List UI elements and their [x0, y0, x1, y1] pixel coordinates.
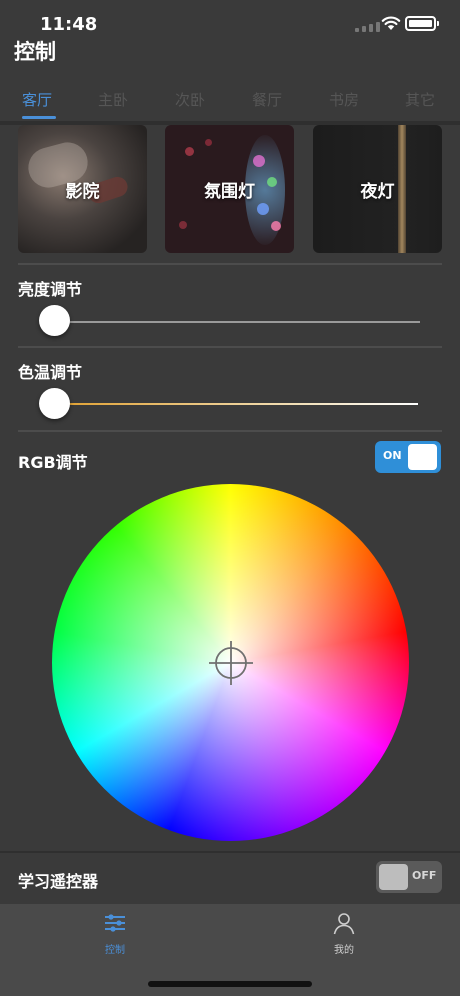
tab-study[interactable]: 书房 — [329, 89, 359, 110]
color-temperature-slider-thumb[interactable] — [39, 388, 70, 419]
scene-card-night-light[interactable]: 夜灯 — [313, 125, 442, 253]
scene-label: 影院 — [65, 182, 100, 202]
room-tabs: 客厅 主卧 次卧 餐厅 书房 其它 — [0, 86, 460, 122]
active-tab-indicator — [22, 116, 56, 119]
brightness-slider-thumb[interactable] — [39, 305, 70, 336]
tabbar-item-mine[interactable]: 我的 — [314, 910, 374, 956]
status-time: 11:48 — [40, 14, 98, 35]
battery-icon — [405, 16, 439, 31]
scene-label: 氛围灯 — [204, 182, 255, 202]
signal-icon — [355, 22, 380, 32]
rgb-toggle[interactable]: ON — [375, 441, 441, 473]
tab-master-bedroom[interactable]: 主卧 — [98, 89, 128, 110]
tabbar-label-mine: 我的 — [334, 945, 354, 956]
crosshair-icon[interactable] — [209, 641, 253, 685]
status-bar: 11:48 — [0, 0, 460, 44]
tab-living-room[interactable]: 客厅 — [22, 89, 52, 110]
divider — [18, 430, 442, 432]
tabbar-label-control: 控制 — [105, 945, 125, 956]
person-icon — [333, 913, 355, 935]
toggle-knob — [379, 864, 408, 890]
learn-remote-label: 学习遥控器 — [18, 872, 99, 891]
divider — [0, 851, 460, 853]
sliders-icon — [105, 914, 125, 932]
color-temperature-label: 色温调节 — [18, 363, 83, 382]
tab-second-bedroom[interactable]: 次卧 — [175, 89, 205, 110]
tab-other[interactable]: 其它 — [405, 89, 435, 110]
color-temperature-slider-track[interactable] — [56, 403, 418, 405]
wifi-icon — [381, 16, 401, 30]
scene-label: 夜灯 — [360, 182, 395, 202]
divider — [18, 346, 442, 348]
learn-remote-toggle[interactable]: OFF — [376, 861, 442, 893]
toggle-knob — [408, 444, 437, 470]
brightness-slider-track[interactable] — [56, 321, 420, 323]
brightness-label: 亮度调节 — [18, 280, 83, 299]
tab-dining-room[interactable]: 餐厅 — [252, 89, 282, 110]
divider — [18, 263, 442, 265]
home-indicator — [148, 981, 312, 987]
page-title: 控制 — [14, 40, 56, 64]
rgb-toggle-text: ON — [383, 449, 402, 462]
scene-card-ambient-light[interactable]: 氛围灯 — [165, 125, 294, 253]
scene-card-cinema[interactable]: 影院 — [18, 125, 147, 253]
learn-remote-toggle-text: OFF — [412, 869, 437, 882]
rgb-label: RGB调节 — [18, 453, 88, 472]
tabbar-item-control[interactable]: 控制 — [85, 910, 145, 956]
